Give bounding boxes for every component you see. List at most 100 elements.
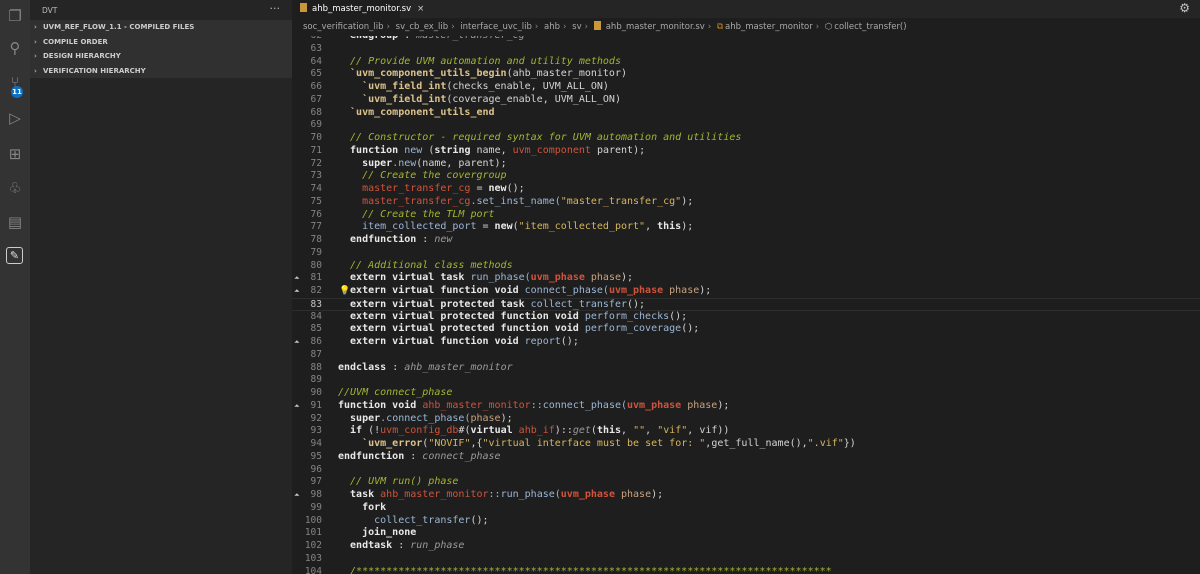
code-line[interactable]: 72 super.new(name, parent); bbox=[292, 158, 1200, 171]
section-design-hierarchy[interactable]: › DESIGN HIERARCHY bbox=[30, 49, 292, 64]
code-line[interactable]: 74 master_transfer_cg = new(); bbox=[292, 183, 1200, 196]
code-line[interactable]: 62 endgroup : master_transfer_cg bbox=[292, 36, 1200, 43]
dvt-icon[interactable]: ✎ bbox=[6, 247, 23, 264]
code-text: function void ahb_master_monitor::connec… bbox=[338, 400, 729, 413]
tab-ahb-master-monitor[interactable]: ahb_master_monitor.sv × bbox=[292, 0, 424, 18]
code-line[interactable]: 69 bbox=[292, 119, 1200, 132]
code-token: this bbox=[657, 221, 682, 233]
tree-icon[interactable]: ♧ bbox=[5, 178, 25, 198]
code-token: ::run_phase( bbox=[488, 489, 561, 500]
code-line[interactable]: 70 // Constructor - required syntax for … bbox=[292, 132, 1200, 145]
code-line[interactable]: 85 extern virtual protected function voi… bbox=[292, 323, 1200, 336]
code-text: `uvm_component_utils_begin(ahb_master_mo… bbox=[338, 68, 627, 81]
code-line[interactable]: 63 bbox=[292, 43, 1200, 56]
crumb-item[interactable]: sv bbox=[572, 22, 581, 32]
more-actions-button[interactable]: ··· bbox=[270, 2, 281, 15]
gear-icon[interactable]: ⚙ bbox=[1179, 1, 1190, 15]
code-line[interactable]: 90 //UVM connect_phase bbox=[292, 387, 1200, 400]
code-line[interactable]: 97 // UVM run() phase bbox=[292, 476, 1200, 489]
code-line[interactable]: 79 bbox=[292, 247, 1200, 260]
code-token: , bbox=[645, 221, 658, 233]
code-line[interactable]: 89 bbox=[292, 374, 1200, 387]
line-number: 95 bbox=[310, 450, 322, 462]
code-line[interactable]: 88 endclass : ahb_master_monitor bbox=[292, 362, 1200, 375]
search-icon[interactable]: ⚲ bbox=[5, 38, 25, 58]
code-text: endgroup : master_transfer_cg bbox=[338, 36, 525, 43]
code-token: ); bbox=[699, 285, 712, 296]
section-compile-order[interactable]: › COMPILE ORDER bbox=[30, 34, 292, 50]
code-line[interactable]: 103 bbox=[292, 553, 1200, 566]
code-line[interactable]: 77 item_collected_port = new("item_colle… bbox=[292, 221, 1200, 234]
code-lines: 62 endgroup : master_transfer_cg6364 // … bbox=[292, 36, 1200, 574]
code-line[interactable]: ⏶ 98 task ahb_master_monitor::run_phase(u… bbox=[292, 489, 1200, 502]
code-line[interactable]: 78 endfunction : new bbox=[292, 234, 1200, 247]
code-text: // Provide UVM automation and utility me… bbox=[338, 56, 621, 69]
section-compiled-files[interactable]: › UVM_REF_FLOW_1.1 - COMPILED FILES bbox=[30, 20, 292, 35]
code-token: if bbox=[338, 425, 363, 437]
code-line[interactable]: 87 bbox=[292, 349, 1200, 362]
code-line[interactable]: 102 endtask : run_phase bbox=[292, 540, 1200, 553]
code-line[interactable]: 64 // Provide UVM automation and utility… bbox=[292, 56, 1200, 69]
code-line[interactable]: 80 // Additional class methods bbox=[292, 260, 1200, 273]
code-line[interactable]: ⏶ 91 function void ahb_master_monitor::con… bbox=[292, 400, 1200, 413]
code-line[interactable]: 84 extern virtual protected function voi… bbox=[292, 311, 1200, 324]
crumb-item[interactable]: ahb bbox=[544, 22, 560, 32]
chevron-right-icon: › bbox=[34, 66, 37, 75]
code-line[interactable]: 75 master_transfer_cg.set_inst_name("mas… bbox=[292, 196, 1200, 209]
code-line[interactable]: 76 // Create the TLM port bbox=[292, 209, 1200, 222]
crumb-item[interactable]: interface_uvc_lib bbox=[460, 22, 532, 32]
crumb-item[interactable]: collect_transfer() bbox=[834, 22, 906, 32]
code-line[interactable]: 83 extern virtual protected task collect… bbox=[292, 297, 1200, 311]
code-token: collect_transfer bbox=[338, 514, 471, 526]
line-number: 73 bbox=[310, 170, 322, 182]
code-line[interactable]: ⏶ 86 extern virtual function void report(… bbox=[292, 336, 1200, 349]
code-token: #( bbox=[458, 425, 471, 437]
code-editor[interactable]: 62 endgroup : master_transfer_cg6364 // … bbox=[292, 36, 1200, 574]
code-token: `uvm_error bbox=[338, 438, 423, 449]
code-line[interactable]: 68 `uvm_component_utils_end bbox=[292, 107, 1200, 120]
code-line[interactable]: 73 // Create the covergroup bbox=[292, 170, 1200, 183]
code-line[interactable]: 94 `uvm_error("NOVIF",{"virtual interfac… bbox=[292, 438, 1200, 451]
code-token: uvm_phase bbox=[560, 489, 615, 500]
code-token: ::connect_phase( bbox=[530, 399, 628, 411]
line-number: 77 bbox=[310, 221, 322, 233]
tab-bar: ahb_master_monitor.sv × ⚙ bbox=[292, 0, 1200, 18]
code-token: endfunction bbox=[338, 234, 417, 245]
close-tab-icon[interactable]: × bbox=[417, 4, 424, 14]
extensions-icon[interactable]: ⊞ bbox=[5, 144, 25, 164]
code-line[interactable]: 96 bbox=[292, 464, 1200, 477]
code-line[interactable]: ⏶ 81 extern virtual task run_phase(uvm_ph… bbox=[292, 272, 1200, 285]
crumb-item[interactable]: sv_cb_ex_lib bbox=[396, 22, 449, 32]
code-line[interactable]: 67 `uvm_field_int(coverage_enable, UVM_A… bbox=[292, 94, 1200, 107]
code-text: fork bbox=[338, 502, 386, 515]
code-token: master_transfer_cg bbox=[338, 195, 471, 207]
code-line[interactable]: 99 fork bbox=[292, 502, 1200, 515]
code-line[interactable]: 71 function new (string name, uvm_compon… bbox=[292, 145, 1200, 158]
code-text: extern virtual function void connect_pha… bbox=[338, 285, 711, 298]
code-line[interactable]: 104 /***********************************… bbox=[292, 566, 1200, 574]
section-verification-hierarchy[interactable]: › VERIFICATION HIERARCHY bbox=[30, 63, 292, 79]
code-token: ahb_master_monitor bbox=[422, 399, 531, 411]
code-line[interactable]: 101 join_none bbox=[292, 527, 1200, 540]
line-number: 67 bbox=[310, 93, 322, 105]
code-line[interactable]: 66 `uvm_field_int(checks_enable, UVM_ALL… bbox=[292, 81, 1200, 94]
line-number: 79 bbox=[310, 246, 322, 258]
crumb-item[interactable]: ahb_master_monitor bbox=[725, 22, 813, 32]
sidebar: DVT ··· › UVM_REF_FLOW_1.1 - COMPILED FILE… bbox=[30, 0, 292, 574]
dvt-build-icon[interactable]: ▤ bbox=[5, 212, 25, 232]
run-debug-icon[interactable]: ▷ bbox=[5, 108, 25, 128]
crumb-item[interactable]: soc_verification_lib bbox=[303, 22, 384, 32]
line-number: 87 bbox=[310, 348, 322, 360]
code-line[interactable]: 65 `uvm_component_utils_begin(ahb_master… bbox=[292, 68, 1200, 81]
explorer-icon[interactable]: ❐ bbox=[5, 6, 25, 26]
code-line[interactable]: 92 super.connect_phase(phase); bbox=[292, 413, 1200, 426]
code-token: // Create the TLM port bbox=[338, 208, 495, 220]
method-icon: ⬡ bbox=[824, 22, 833, 32]
code-token: ,get_full_name(), bbox=[705, 438, 808, 449]
code-text: `uvm_component_utils_end bbox=[338, 107, 495, 120]
code-line[interactable]: 100 collect_transfer(); bbox=[292, 515, 1200, 528]
code-line[interactable]: ⏶ 82 💡 extern virtual function void connec… bbox=[292, 285, 1200, 298]
code-line[interactable]: 93 if (!uvm_config_db#(virtual ahb_if)::… bbox=[292, 425, 1200, 438]
code-line[interactable]: 95 endfunction : connect_phase bbox=[292, 451, 1200, 464]
crumb-item[interactable]: ahb_master_monitor.sv bbox=[606, 22, 705, 32]
